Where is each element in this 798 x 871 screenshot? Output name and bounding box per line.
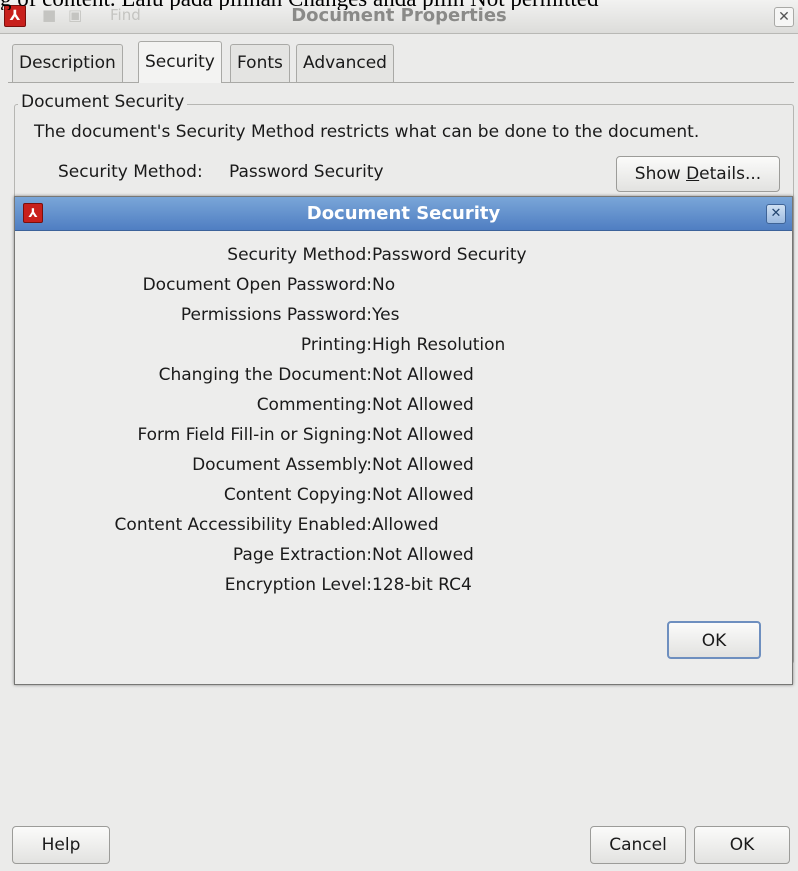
- detail-value: Not Allowed: [372, 425, 474, 445]
- cancel-button[interactable]: Cancel: [590, 826, 686, 864]
- detail-label: Security Method:: [227, 245, 372, 265]
- detail-label: Document Open Password:: [142, 275, 372, 295]
- help-button[interactable]: Help: [12, 826, 110, 864]
- dialog-ok-button[interactable]: OK: [667, 621, 761, 659]
- detail-value: Not Allowed: [372, 485, 474, 505]
- detail-label: Printing:: [300, 335, 372, 355]
- dialog-close-icon[interactable]: ✕: [766, 204, 786, 224]
- detail-value: Not Allowed: [372, 455, 474, 475]
- security-detail-row: Encryption Level: 128-bit RC4: [15, 575, 792, 605]
- security-detail-row: Page Extraction: Not Allowed: [15, 545, 792, 575]
- ok-button[interactable]: OK: [694, 826, 790, 864]
- detail-label: Page Extraction:: [232, 545, 372, 565]
- tab-advanced[interactable]: Advanced: [296, 44, 394, 82]
- background-page-text: g of content. Lalu pada pilihan Changes …: [0, 0, 798, 10]
- detail-value: No: [372, 275, 396, 295]
- security-detail-row: Printing: High Resolution: [15, 335, 792, 365]
- security-detail-row: Content Accessibility Enabled: Allowed: [15, 515, 792, 545]
- window-close-icon[interactable]: ✕: [774, 7, 794, 27]
- detail-label: Content Accessibility Enabled:: [114, 515, 372, 535]
- security-detail-row: Security Method: Password Security: [15, 245, 792, 275]
- detail-label: Encryption Level:: [224, 575, 372, 595]
- security-detail-row: Document Open Password: No: [15, 275, 792, 305]
- security-detail-row: Document Assembly: Not Allowed: [15, 455, 792, 485]
- detail-value: Not Allowed: [372, 395, 474, 415]
- show-details-button[interactable]: Show Details...: [616, 156, 780, 192]
- tab-description[interactable]: Description: [12, 44, 123, 82]
- detail-label: Permissions Password:: [180, 305, 372, 325]
- detail-label: Changing the Document:: [158, 365, 372, 385]
- security-detail-row: Permissions Password: Yes: [15, 305, 792, 335]
- detail-value: Password Security: [372, 245, 527, 265]
- detail-label: Form Field Fill-in or Signing:: [137, 425, 372, 445]
- dialog-titlebar[interactable]: ⅄ Document Security ✕: [15, 197, 792, 231]
- detail-label: Document Assembly:: [192, 455, 372, 475]
- detail-value: Yes: [372, 305, 400, 325]
- tab-panel-divider: [8, 82, 794, 83]
- security-detail-row: Content Copying: Not Allowed: [15, 485, 792, 515]
- document-security-dialog: ⅄ Document Security ✕ Security Method: Pa…: [14, 196, 793, 685]
- detail-label: Content Copying:: [223, 485, 372, 505]
- detail-value: High Resolution: [372, 335, 506, 355]
- group-legend: Document Security: [18, 92, 188, 112]
- tab-security[interactable]: Security: [138, 41, 222, 83]
- security-description: The document's Security Method restricts…: [34, 122, 700, 142]
- detail-value: Not Allowed: [372, 545, 474, 565]
- detail-label: Commenting:: [256, 395, 372, 415]
- dialog-title: Document Security: [306, 203, 501, 224]
- detail-value: Not Allowed: [372, 365, 474, 385]
- security-detail-row: Commenting: Not Allowed: [15, 395, 792, 425]
- tab-fonts[interactable]: Fonts: [230, 44, 290, 82]
- detail-value: Allowed: [372, 515, 439, 535]
- security-method-label: Security Method:: [58, 162, 203, 182]
- detail-value: 128-bit RC4: [372, 575, 472, 595]
- security-detail-row: Changing the Document: Not Allowed: [15, 365, 792, 395]
- security-method-value: Password Security: [229, 162, 384, 182]
- security-detail-row: Form Field Fill-in or Signing: Not Allowe…: [15, 425, 792, 455]
